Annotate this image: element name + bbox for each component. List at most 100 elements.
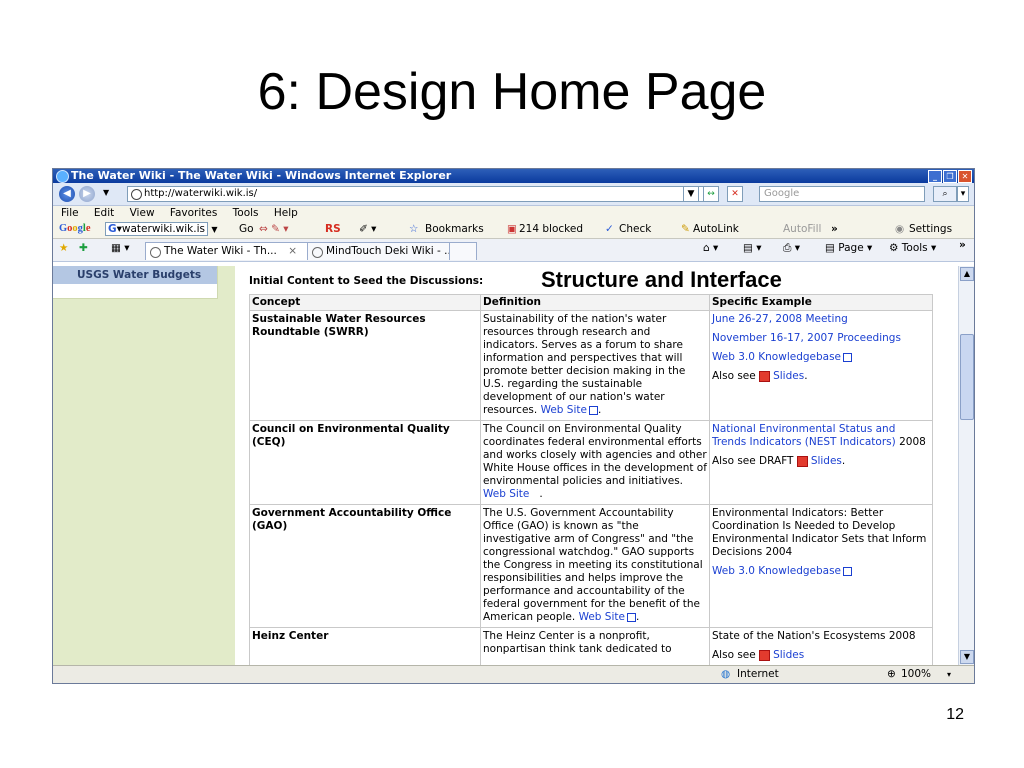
check-button[interactable]: Check [619,220,651,238]
home-icon[interactable]: ⌂ ▾ [703,242,718,254]
restore-icon[interactable]: ❐ [943,170,957,183]
command-overflow[interactable]: » [959,239,966,251]
search-input[interactable]: Google [759,186,925,202]
web-site-link[interactable]: Web Site [579,611,625,623]
stop-icon[interactable]: ✕ [727,186,743,202]
nest-indicators-link[interactable]: National Environmental Status and Trends… [712,423,896,448]
page-icon [131,189,142,200]
menu-help[interactable]: Help [274,207,298,219]
blocked-count[interactable]: 214 blocked [519,220,583,238]
settings-button[interactable]: Settings [909,220,952,238]
slides-link[interactable]: Slides [773,649,804,661]
intro-heading: Initial Content to Seed the Discussions: [249,275,484,287]
feeds-icon[interactable]: ▤ ▾ [743,242,762,254]
sidebar-heading[interactable]: USGS Water Budgets [53,266,217,284]
web-site-link[interactable]: Web Site [483,488,529,500]
slides-link[interactable]: Slides [773,370,804,382]
menu-view[interactable]: View [130,207,155,219]
table-row: Council on Environmental Quality (CEQ) T… [249,420,933,505]
menu-tools[interactable]: Tools [233,207,259,219]
main-content: Initial Content to Seed the Discussions:… [243,266,958,665]
report-text: State of the Nation's Ecosystems 2008 [712,630,916,642]
close-icon[interactable]: ✕ [958,170,972,183]
external-link-icon [626,612,636,622]
external-link-icon [843,352,853,362]
address-toolbar: ◀ ▶ ▼ http://waterwiki.wik.is/ ▼ ↔ ✕ Goo… [53,183,974,206]
concept-cell: Council on Environmental Quality (CEQ) [249,420,481,505]
search-button[interactable]: ⌕ [933,186,957,202]
minimize-icon[interactable]: _ [928,170,942,183]
definition-text: The Council on Environmental Quality coo… [483,423,707,487]
meeting-link[interactable]: June 26-27, 2008 Meeting [712,313,848,325]
vertical-scrollbar[interactable]: ▲ ▼ [958,266,974,665]
example-cell: State of the Nation's Ecosystems 2008 Al… [709,627,933,665]
favorites-star-icon[interactable]: ★ [59,242,68,254]
tab-row: ★ ✚ ▦ ▾ The Water Wiki - Th... × MindTou… [53,239,974,262]
refresh-icon[interactable]: ↔ [703,186,719,202]
zoom-dropdown-icon[interactable]: ▾ [947,666,951,683]
history-dropdown-icon[interactable]: ▼ [103,188,109,197]
address-field[interactable]: http://waterwiki.wik.is/ [127,186,705,202]
example-cell: Environmental Indicators: Better Coordin… [709,504,933,628]
menu-edit[interactable]: Edit [94,207,114,219]
autofill-button[interactable]: AutoFill [783,220,821,238]
tab-water-wiki[interactable]: The Water Wiki - Th... × [145,242,323,260]
overlay-label: Structure and Interface [541,267,782,292]
column-header: Concept [249,294,481,311]
address-dropdown-icon[interactable]: ▼ [683,186,699,202]
window-titlebar: The Water Wiki - The Water Wiki - Window… [53,169,974,183]
knowledgebase-link[interactable]: Web 3.0 Knowledgebase [712,565,841,577]
scroll-thumb[interactable] [960,334,974,420]
google-search-value: waterwiki.wik.is [121,223,205,235]
pdf-icon [759,370,771,382]
zoom-icon[interactable]: ⊕ [887,666,896,683]
menu-bar: File Edit View Favorites Tools Help [53,206,974,220]
go-button[interactable]: Go [239,220,254,238]
page-content: USGS Water Budgets Initial Content to Se… [53,266,974,665]
toolbar-overflow[interactable]: » [831,220,838,238]
concept-cell: Government Accountability Office (GAO) [249,504,481,628]
scroll-up-icon[interactable]: ▲ [960,267,974,281]
page-menu[interactable]: ▤ Page ▾ [825,242,872,254]
external-link-icon [843,566,853,576]
pdf-icon [759,649,771,661]
tab-mindtouch[interactable]: MindTouch Deki Wiki - ... [307,242,467,260]
add-favorites-icon[interactable]: ✚ [79,242,88,254]
google-search-box[interactable]: G▾waterwiki.wik.is ▼ [105,220,217,239]
table-row: Heinz Center The Heinz Center is a nonpr… [249,627,933,665]
autolink-button[interactable]: AutoLink [693,220,739,238]
proceedings-link[interactable]: November 16-17, 2007 Proceedings [712,332,901,344]
google-logo: Google [59,223,91,234]
table-row: Government Accountability Office (GAO) T… [249,504,933,628]
tab-close-icon[interactable]: × [288,245,297,257]
pencil-icon[interactable]: ✐ ▾ [359,220,376,238]
url-text: http://waterwiki.wik.is/ [144,188,258,199]
page-icon [312,247,323,258]
quick-tabs-icon[interactable]: ▦ ▾ [111,242,130,254]
web-site-link[interactable]: Web Site [541,404,587,416]
knowledgebase-link[interactable]: Web 3.0 Knowledgebase [712,351,841,363]
spellcheck-icon: ✓ [605,223,614,235]
zoom-level[interactable]: 100% [901,666,931,683]
bookmarks-button[interactable]: Bookmarks [425,220,484,238]
rs-button[interactable]: RS [325,220,341,238]
search-options-icon[interactable]: ▾ [957,186,969,202]
print-icon[interactable]: ⎙ ▾ [783,242,800,255]
tools-menu[interactable]: ⚙ Tools ▾ [889,242,936,254]
settings-icon: ◉ [895,223,905,235]
scroll-down-icon[interactable]: ▼ [960,650,974,664]
new-tab-button[interactable] [449,242,477,260]
slide-title: 6: Design Home Page [257,63,767,121]
menu-favorites[interactable]: Favorites [170,207,217,219]
definition-cell: Sustainability of the nation's water res… [480,310,710,421]
also-see-text: Also see DRAFT [712,455,794,467]
menu-file[interactable]: File [61,207,79,219]
tab-label: The Water Wiki - Th... [164,245,277,257]
definition-cell: The Heinz Center is a nonprofit, nonpart… [480,627,710,665]
external-link-icon [588,405,598,415]
forward-button[interactable]: ▶ [79,186,95,202]
slides-link[interactable]: Slides [811,455,842,467]
column-header: Specific Example [709,294,933,311]
toolbar-icons[interactable]: ⇔ ✎ ▾ [259,220,289,238]
back-button[interactable]: ◀ [59,186,75,202]
